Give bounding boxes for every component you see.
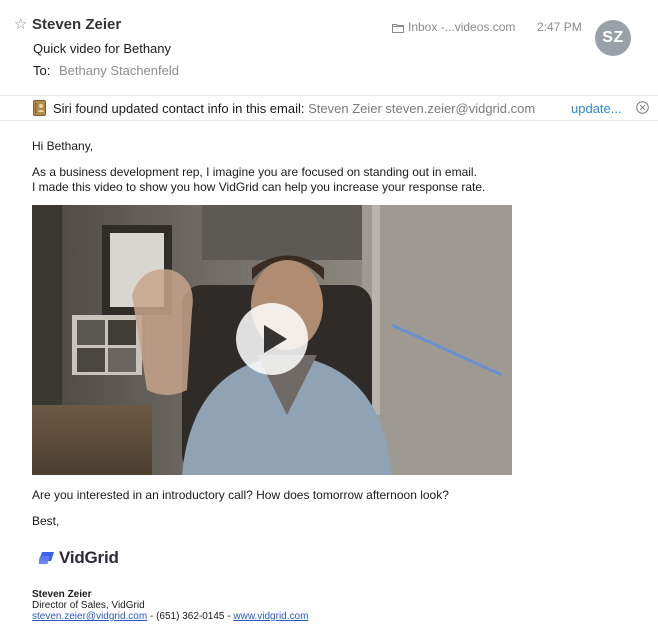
- body-paragraph-line: Are you interested in an introductory ca…: [32, 488, 449, 502]
- close-icon[interactable]: [636, 101, 649, 114]
- signature-phone: (651) 362-0145: [156, 611, 225, 622]
- body-paragraph-line: As a business development rep, I imagine…: [32, 165, 477, 179]
- siri-message: Siri found updated contact info in this …: [53, 101, 535, 116]
- subject-line: Quick video for Bethany: [33, 41, 172, 56]
- star-icon[interactable]: ☆: [14, 16, 27, 34]
- closing: Best,: [32, 514, 60, 528]
- signature-name: Steven Zeier: [32, 589, 92, 600]
- to-label: To:: [33, 63, 51, 78]
- signature-contact: steven.zeier@vidgrid.com - (651) 362-014…: [32, 611, 308, 622]
- received-time: 2:47 PM: [537, 20, 582, 34]
- recipient-name[interactable]: Bethany Stachenfeld: [59, 63, 179, 79]
- greeting: Hi Bethany,: [32, 139, 94, 153]
- play-icon[interactable]: [235, 302, 309, 376]
- update-contact-button[interactable]: update...: [571, 101, 622, 116]
- mailbox-text: Inbox -...videos.com: [408, 20, 516, 34]
- siri-message-text: Siri found updated contact info in this …: [53, 101, 305, 116]
- body-paragraph-line: I made this video to show you how VidGri…: [32, 180, 486, 194]
- signature-email-link[interactable]: steven.zeier@vidgrid.com: [32, 611, 147, 622]
- mailbox-label[interactable]: Inbox -...videos.com: [392, 20, 515, 35]
- vidgrid-logo: VidGrid: [39, 548, 119, 568]
- siri-contact-info: Steven Zeier steven.zeier@vidgrid.com: [308, 101, 536, 116]
- contact-card-icon: [33, 100, 46, 116]
- signature-website-link[interactable]: www.vidgrid.com: [233, 611, 308, 622]
- avatar[interactable]: SZ: [595, 20, 631, 56]
- vidgrid-logo-text: VidGrid: [59, 548, 119, 567]
- folder-icon: [392, 23, 404, 33]
- signature-title: Director of Sales, VidGrid: [32, 600, 145, 611]
- vidgrid-logo-mark-icon: [39, 552, 54, 564]
- signature-separator: -: [147, 611, 157, 622]
- sender-name: Steven Zeier: [32, 16, 122, 33]
